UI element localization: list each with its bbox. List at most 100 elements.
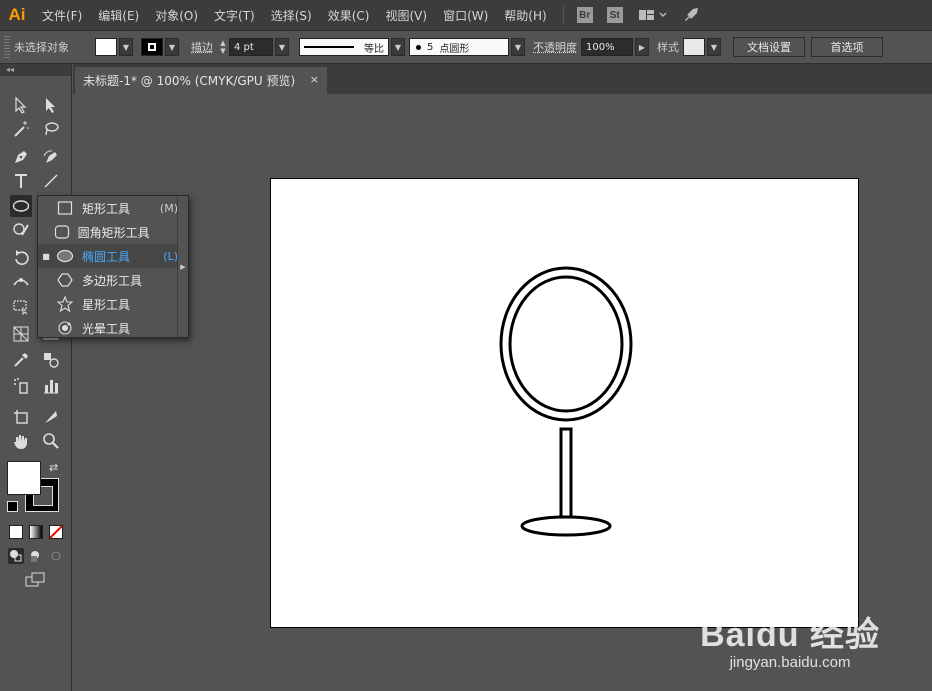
bridge-button[interactable]: Br — [576, 6, 594, 24]
draw-behind-button[interactable] — [28, 548, 44, 564]
artboard-tool[interactable] — [10, 406, 32, 428]
menu-object[interactable]: 对象(O) — [147, 7, 206, 24]
menu-select[interactable]: 选择(S) — [263, 7, 320, 24]
opacity-expand-button[interactable]: ▶ — [635, 38, 649, 56]
blend-icon — [44, 353, 59, 368]
document-tab[interactable]: 未标题-1* @ 100% (CMYK/GPU 预览) × — [75, 67, 327, 94]
direct-selection-tool[interactable] — [40, 94, 62, 116]
zoom-tool[interactable] — [40, 430, 62, 452]
close-icon[interactable]: × — [310, 73, 319, 86]
artboard-icon — [14, 410, 28, 424]
chevron-down-icon: ▼ — [394, 42, 402, 52]
chevron-down-icon: ▼ — [168, 42, 176, 52]
draw-inside-icon — [51, 551, 61, 561]
tearoff-handle[interactable]: ▶ — [177, 196, 188, 337]
document-setup-button[interactable]: 文档设置 — [733, 37, 805, 57]
flyout-item-rounded-rectangle[interactable]: 圆角矩形工具 — [38, 220, 178, 244]
flyout-item-label: 圆角矩形工具 — [77, 225, 150, 240]
lasso-tool[interactable] — [40, 118, 62, 140]
menu-separator — [562, 6, 564, 24]
draw-normal-button[interactable] — [8, 548, 24, 564]
menu-window[interactable]: 窗口(W) — [435, 7, 496, 24]
width-tool[interactable] — [10, 271, 32, 293]
menu-type[interactable]: 文字(T) — [206, 7, 263, 24]
blend-tool[interactable] — [40, 349, 62, 371]
selected-bullet-icon: ■ — [42, 251, 50, 261]
menu-edit[interactable]: 编辑(E) — [90, 7, 147, 24]
flyout-item-star[interactable]: 星形工具 — [38, 292, 178, 316]
opacity-label[interactable]: 不透明度 — [533, 39, 577, 55]
graphic-style-swatch[interactable] — [683, 38, 705, 56]
perspective-grid-tool[interactable] — [10, 323, 32, 345]
stroke-weight-dropdown[interactable]: ▼ — [275, 38, 289, 56]
chevron-right-icon: ▶ — [180, 262, 186, 271]
bridge-icon: Br — [576, 7, 593, 23]
slice-tool[interactable] — [40, 406, 62, 428]
preferences-button[interactable]: 首选项 — [811, 37, 883, 57]
ellipse-tool-slot[interactable] — [10, 195, 32, 217]
ellipse-icon — [12, 200, 30, 212]
shape-tools-flyout: 矩形工具 (M) 圆角矩形工具 ■ 椭圆工具 (L) 多边形工具 星形工具 光晕… — [37, 195, 189, 338]
hand-tool[interactable] — [10, 430, 32, 452]
stroke-swatch-inner — [148, 43, 156, 51]
variable-width-dropdown[interactable]: ▼ — [391, 38, 405, 56]
selection-tool[interactable] — [10, 94, 32, 116]
curvature-tool[interactable] — [40, 146, 62, 168]
brush-dot-icon — [416, 44, 421, 50]
toolbox-collapse[interactable]: ◂◂ — [0, 64, 71, 76]
flyout-item-polygon[interactable]: 多边形工具 — [38, 268, 178, 292]
rectangle-icon — [54, 197, 76, 219]
draw-inside-button[interactable] — [48, 548, 64, 564]
color-mode-button[interactable] — [9, 525, 23, 539]
menu-help[interactable]: 帮助(H) — [496, 7, 554, 24]
swap-fill-stroke-icon[interactable]: ⇄ — [49, 461, 58, 474]
free-transform-tool[interactable] — [10, 295, 32, 317]
screen-mode-icon — [25, 572, 45, 587]
stock-button[interactable]: St — [606, 6, 624, 24]
default-fill-stroke-icon[interactable] — [7, 501, 18, 512]
flyout-item-shortcut: (M) — [159, 201, 178, 215]
rotate-tool[interactable] — [10, 247, 32, 269]
opacity-input[interactable]: 100% — [581, 38, 633, 56]
type-tool[interactable] — [10, 170, 32, 192]
magic-wand-tool[interactable] — [10, 118, 32, 140]
ellipse-icon — [54, 245, 76, 267]
flyout-item-label: 矩形工具 — [82, 201, 131, 216]
menu-view[interactable]: 视图(V) — [377, 7, 435, 24]
arrange-documents-button[interactable] — [636, 6, 670, 24]
stroke-dropdown[interactable]: ▼ — [165, 38, 179, 56]
flyout-item-flare[interactable]: 光晕工具 — [38, 316, 178, 340]
line-segment-tool[interactable] — [40, 170, 62, 192]
menu-effect[interactable]: 效果(C) — [320, 7, 378, 24]
stroke-weight-input[interactable]: 4 pt — [229, 38, 273, 56]
column-graph-tool[interactable] — [40, 375, 62, 397]
variable-width-profile[interactable]: 等比 — [299, 38, 389, 56]
selection-arrow-icon — [15, 96, 27, 114]
shaper-tool[interactable] — [10, 219, 32, 241]
toolbox: ◂◂ ⇄ — [0, 64, 72, 691]
control-bar-grip[interactable] — [4, 36, 10, 58]
brush-dropdown[interactable]: ▼ — [511, 38, 525, 56]
star-icon — [54, 293, 76, 315]
fill-color-swatch[interactable] — [7, 461, 41, 495]
fill-swatch[interactable] — [95, 38, 117, 56]
fill-dropdown[interactable]: ▼ — [119, 38, 133, 56]
eyedropper-tool[interactable] — [10, 349, 32, 371]
flyout-item-rectangle[interactable]: 矩形工具 (M) — [38, 196, 178, 220]
gradient-mode-button[interactable] — [29, 525, 43, 539]
brush-definition[interactable]: 5 点圆形 — [409, 38, 509, 56]
stroke-label[interactable]: 描边 — [191, 39, 213, 55]
stroke-swatch[interactable] — [141, 38, 163, 56]
artboard[interactable] — [270, 178, 859, 628]
none-mode-button[interactable] — [49, 525, 63, 539]
screen-mode-button[interactable] — [25, 572, 47, 588]
mirror-inner-ring — [508, 275, 624, 413]
graphic-style-dropdown[interactable]: ▼ — [707, 38, 721, 56]
symbol-sprayer-tool[interactable] — [10, 375, 32, 397]
menu-file[interactable]: 文件(F) — [34, 7, 90, 24]
flyout-item-ellipse[interactable]: ■ 椭圆工具 (L) — [38, 244, 178, 268]
gpu-performance-button[interactable] — [682, 6, 700, 24]
mirror-artwork — [499, 266, 633, 537]
stroke-weight-stepper[interactable]: ▲ ▼ — [217, 37, 229, 57]
pen-tool[interactable] — [10, 146, 32, 168]
